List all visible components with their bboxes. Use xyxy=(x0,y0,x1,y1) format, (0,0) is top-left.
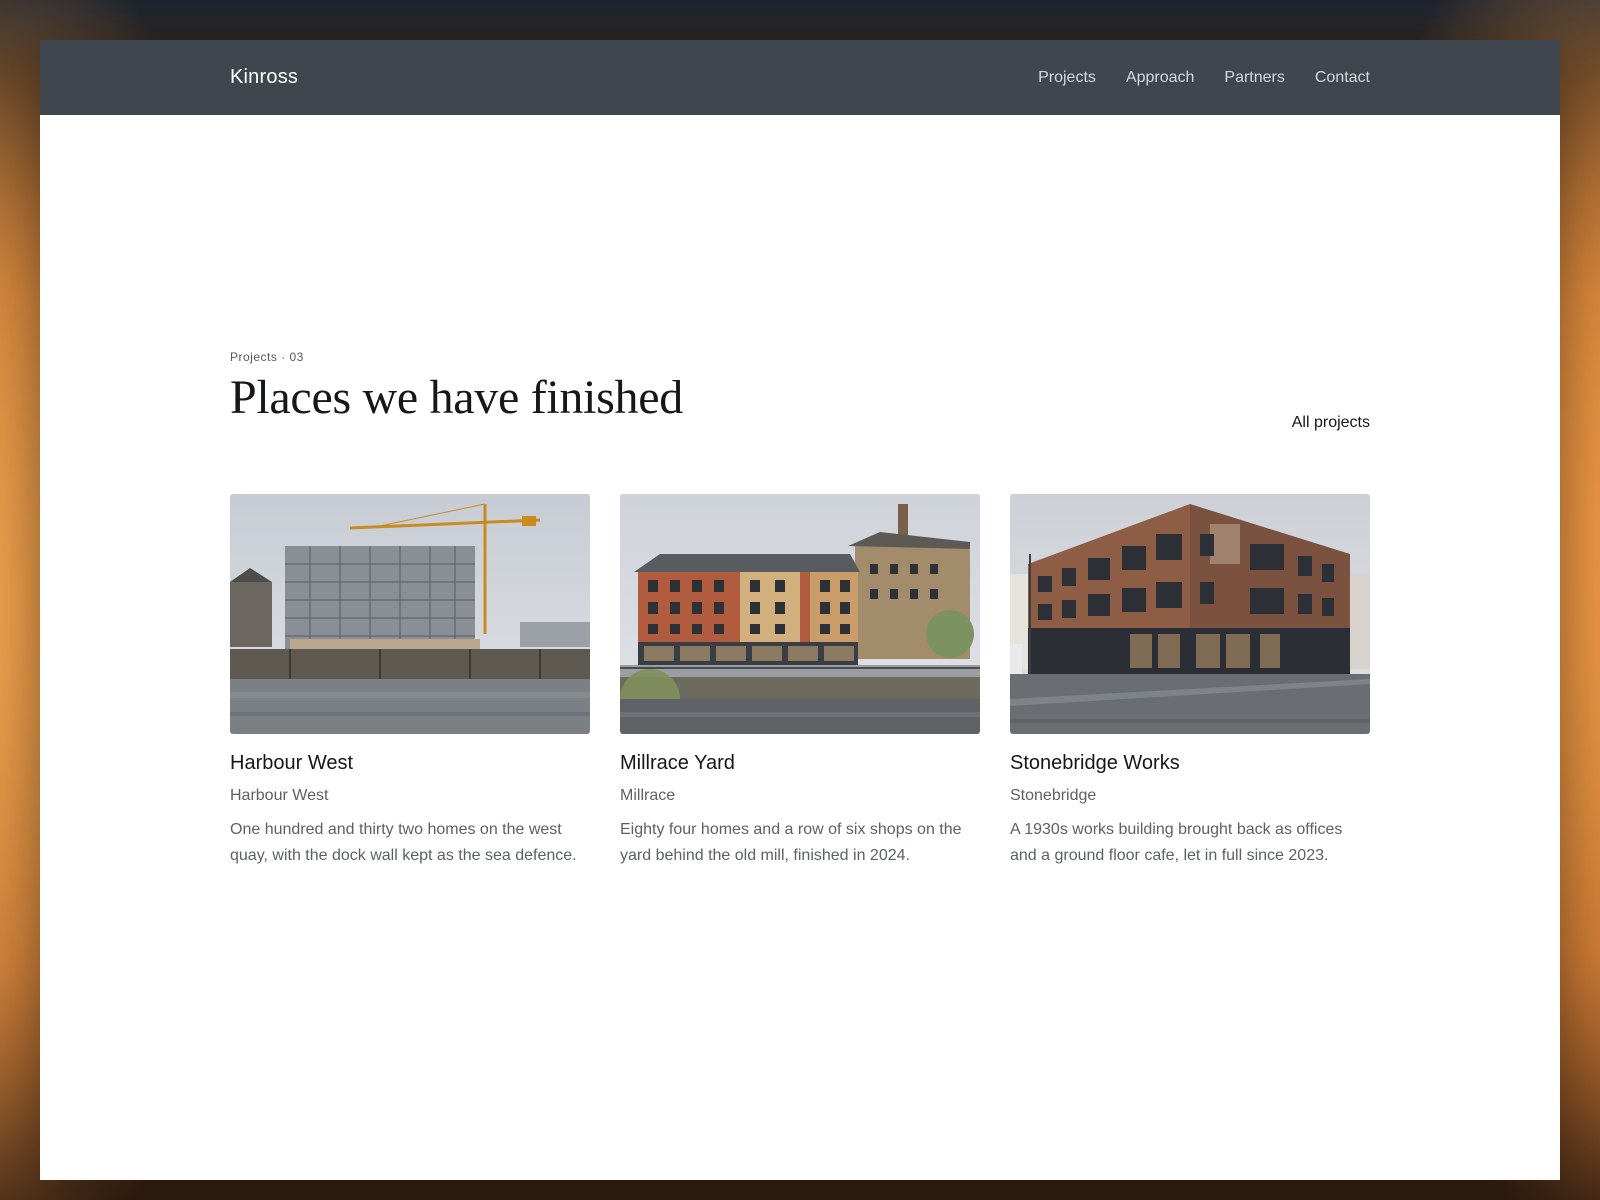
browser-window: Kinross Projects Approach Partners Conta… xyxy=(40,40,1560,1180)
project-image-harbour-west[interactable] xyxy=(230,494,590,734)
project-location: Harbour West xyxy=(230,787,329,804)
project-description: A 1930s works building brought back as o… xyxy=(1010,821,1343,864)
project-location: Millrace xyxy=(620,787,676,804)
nav-approach[interactable]: Approach xyxy=(1126,69,1195,87)
project-card-harbour-west[interactable]: Harbour West Harbour West One hundred an… xyxy=(230,494,590,885)
nav-contact[interactable]: Contact xyxy=(1315,69,1370,87)
project-card-millrace-yard[interactable]: Millrace Yard Millrace Eighty four homes… xyxy=(620,494,980,885)
project-title[interactable]: Stonebridge Works xyxy=(1010,752,1370,775)
nav-projects[interactable]: Projects xyxy=(1038,69,1096,87)
site-header: Kinross Projects Approach Partners Conta… xyxy=(40,40,1560,115)
section-eyebrow: Projects · 03 xyxy=(230,350,304,364)
stonebridge-building-image xyxy=(1010,494,1370,734)
page-title: Places we have finished xyxy=(230,371,683,424)
project-image-stonebridge-works[interactable] xyxy=(1010,494,1370,734)
project-description: One hundred and thirty two homes on the … xyxy=(230,821,577,864)
project-card-stonebridge-works[interactable]: Stonebridge Works Stonebridge A 1930s wo… xyxy=(1010,494,1370,885)
project-grid: Harbour West Harbour West One hundred an… xyxy=(230,494,1370,885)
project-title[interactable]: Millrace Yard xyxy=(620,752,980,775)
harbour-construction-image xyxy=(230,494,590,734)
nav-partners[interactable]: Partners xyxy=(1224,69,1284,87)
main-nav: Projects Approach Partners Contact xyxy=(1038,69,1370,87)
project-location: Stonebridge xyxy=(1010,787,1097,804)
project-description: Eighty four homes and a row of six shops… xyxy=(620,821,962,864)
brand-logo[interactable]: Kinross xyxy=(230,66,298,89)
project-image-millrace-yard[interactable] xyxy=(620,494,980,734)
project-title[interactable]: Harbour West xyxy=(230,752,590,775)
all-projects-link[interactable]: All projects xyxy=(1292,414,1370,432)
millrace-buildings-image xyxy=(620,494,980,734)
